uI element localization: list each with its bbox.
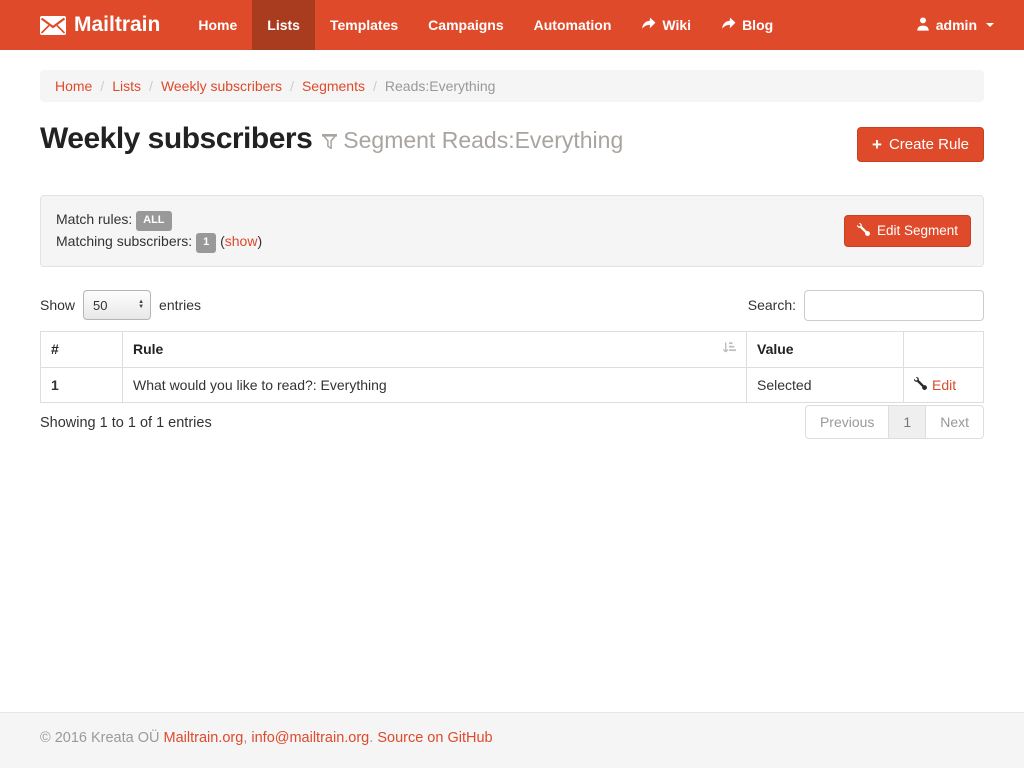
page-subtitle-label: Segment Reads:Everything xyxy=(343,127,623,154)
page-title: Weekly subscribers xyxy=(40,122,312,156)
mailtrain-org-link[interactable]: Mailtrain.org xyxy=(164,730,244,746)
page: Mailtrain Home Lists Templates Campaigns… xyxy=(0,0,1024,768)
user-menu[interactable]: admin xyxy=(916,0,994,50)
matching-subscribers-line: Matching subscribers: 1 (show) xyxy=(56,231,968,253)
entries-label: entries xyxy=(159,297,201,313)
segment-panel: Match rules: ALL Matching subscribers: 1… xyxy=(40,195,984,267)
edit-segment-label: Edit Segment xyxy=(877,223,958,238)
nav-item-home[interactable]: Home xyxy=(183,0,252,50)
show-subscribers-link[interactable]: show xyxy=(225,233,258,249)
pagination-page-1[interactable]: 1 xyxy=(888,405,926,439)
brand-label: Mailtrain xyxy=(74,13,160,37)
nav-item-templates[interactable]: Templates xyxy=(315,0,413,50)
breadcrumb-separator: / xyxy=(141,78,161,94)
page-length-control: Show 50 ▲▼ entries xyxy=(40,290,201,320)
rules-table: # Rule Value xyxy=(40,331,984,403)
match-rules-line: Match rules: ALL xyxy=(56,209,968,231)
nav-item-label: Home xyxy=(198,17,237,33)
user-name: admin xyxy=(936,17,977,33)
breadcrumb-segments[interactable]: Segments xyxy=(302,78,365,94)
table-info: Showing 1 to 1 of 1 entries xyxy=(40,405,212,431)
table-row: 1 What would you like to read?: Everythi… xyxy=(41,367,984,402)
filter-icon xyxy=(322,127,337,154)
nav-item-blog[interactable]: Blog xyxy=(706,0,788,50)
external-arrow-icon xyxy=(721,17,736,33)
breadcrumb-weekly-subscribers[interactable]: Weekly subscribers xyxy=(161,78,282,94)
matching-subscribers-label: Matching subscribers: xyxy=(56,233,192,249)
breadcrumb-separator: / xyxy=(282,78,302,94)
header-rule-label: Rule xyxy=(133,341,163,357)
email-link[interactable]: info@mailtrain.org xyxy=(251,730,369,746)
paren-close: ) xyxy=(257,233,262,249)
source-github-link[interactable]: Source on GitHub xyxy=(377,730,492,746)
nav-item-label: Blog xyxy=(742,17,773,33)
nav-item-wiki[interactable]: Wiki xyxy=(626,0,706,50)
page-size-select[interactable]: 50 ▲▼ xyxy=(83,290,151,320)
nav-items: Home Lists Templates Campaigns Automatio… xyxy=(183,0,788,50)
pagination-next[interactable]: Next xyxy=(925,405,984,439)
nav-item-campaigns[interactable]: Campaigns xyxy=(413,0,518,50)
chevron-down-icon xyxy=(986,23,994,27)
search-control: Search: xyxy=(748,290,984,321)
pagination: Previous 1 Next xyxy=(805,405,984,439)
edit-rule-link[interactable]: Edit xyxy=(914,377,956,393)
breadcrumb-current: Reads:Everything xyxy=(385,78,496,94)
wrench-icon xyxy=(914,377,927,393)
nav-item-label: Templates xyxy=(330,17,398,33)
sort-desc-icon xyxy=(722,341,736,358)
cell-rule: What would you like to read?: Everything xyxy=(123,367,747,402)
nav-item-label: Automation xyxy=(534,17,612,33)
edit-rule-label: Edit xyxy=(932,377,956,393)
breadcrumb-home[interactable]: Home xyxy=(55,78,92,94)
select-arrows-icon: ▲▼ xyxy=(138,300,144,310)
user-icon xyxy=(916,17,930,34)
create-rule-label: Create Rule xyxy=(889,136,969,153)
footer: © 2016 Kreata OÜ Mailtrain.org, info@mai… xyxy=(0,712,1024,768)
header-rule[interactable]: Rule xyxy=(123,331,747,367)
page-size-value: 50 xyxy=(93,298,107,313)
cell-num: 1 xyxy=(41,367,123,402)
cell-value: Selected xyxy=(747,367,904,402)
wrench-icon xyxy=(857,223,870,239)
pagination-previous[interactable]: Previous xyxy=(805,405,889,439)
table-controls: Show 50 ▲▼ entries Search: xyxy=(40,290,984,321)
breadcrumb: Home / Lists / Weekly subscribers / Segm… xyxy=(40,70,984,102)
page-header: Weekly subscribers Segment Reads:Everyth… xyxy=(40,122,984,162)
copyright-text: © 2016 Kreata OÜ xyxy=(40,730,160,746)
nav-item-label: Lists xyxy=(267,17,300,33)
breadcrumb-separator: / xyxy=(365,78,385,94)
table-header-row: # Rule Value xyxy=(41,331,984,367)
envelope-icon xyxy=(40,16,66,35)
nav-item-automation[interactable]: Automation xyxy=(519,0,627,50)
breadcrumb-lists[interactable]: Lists xyxy=(112,78,141,94)
breadcrumb-separator: / xyxy=(92,78,112,94)
cell-actions: Edit xyxy=(904,367,984,402)
show-label: Show xyxy=(40,297,75,313)
external-arrow-icon xyxy=(641,17,656,33)
match-rules-label: Match rules: xyxy=(56,211,132,227)
nav-item-lists[interactable]: Lists xyxy=(252,0,315,50)
page-subtitle: Segment Reads:Everything xyxy=(322,127,623,154)
header-actions xyxy=(904,331,984,367)
header-value[interactable]: Value xyxy=(747,331,904,367)
search-label: Search: xyxy=(748,297,796,313)
header-num[interactable]: # xyxy=(41,331,123,367)
edit-segment-button[interactable]: Edit Segment xyxy=(844,215,971,247)
navbar: Mailtrain Home Lists Templates Campaigns… xyxy=(0,0,1024,50)
plus-icon: + xyxy=(872,136,882,153)
nav-item-label: Campaigns xyxy=(428,17,503,33)
create-rule-button[interactable]: + Create Rule xyxy=(857,127,984,162)
table-footer: Showing 1 to 1 of 1 entries Previous 1 N… xyxy=(40,405,984,439)
search-input[interactable] xyxy=(804,290,984,321)
brand-link[interactable]: Mailtrain xyxy=(0,0,175,50)
matching-subscribers-badge: 1 xyxy=(196,233,216,253)
title-wrap: Weekly subscribers Segment Reads:Everyth… xyxy=(40,122,623,156)
match-rules-badge: ALL xyxy=(136,211,171,231)
nav-item-label: Wiki xyxy=(662,17,691,33)
